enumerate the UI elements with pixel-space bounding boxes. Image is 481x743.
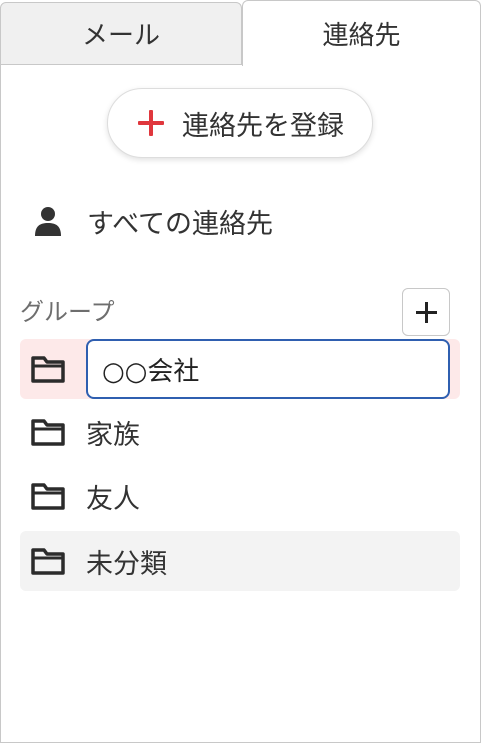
add-group-button[interactable] xyxy=(402,288,450,336)
tab-contacts[interactable]: 連絡先 xyxy=(242,0,481,66)
group-header: グループ xyxy=(20,288,460,336)
group-row[interactable]: 家族 xyxy=(20,402,460,462)
group-row-selected[interactable]: 未分類 xyxy=(20,531,460,591)
plus-icon xyxy=(138,110,164,136)
group-section-label: グループ xyxy=(20,298,115,326)
folder-icon xyxy=(31,419,65,446)
register-contact-label: 連絡先を登録 xyxy=(182,110,344,142)
all-contacts-label: すべての連絡先 xyxy=(87,208,274,240)
group-label: 未分類 xyxy=(86,548,167,580)
tab-bar: メール 連絡先 xyxy=(0,0,481,66)
tab-mail[interactable]: メール xyxy=(0,2,242,65)
group-row[interactable]: 友人 xyxy=(20,466,460,526)
group-label: 友人 xyxy=(86,483,140,515)
person-icon xyxy=(35,207,61,236)
group-row-editing xyxy=(20,339,460,399)
folder-icon xyxy=(31,356,65,383)
all-contacts-item[interactable]: すべての連絡先 xyxy=(20,195,460,247)
group-label: 家族 xyxy=(86,419,140,451)
folder-icon xyxy=(31,483,65,510)
folder-icon xyxy=(31,548,65,575)
register-contact-button[interactable]: 連絡先を登録 xyxy=(107,88,373,158)
group-name-input[interactable] xyxy=(86,339,450,399)
